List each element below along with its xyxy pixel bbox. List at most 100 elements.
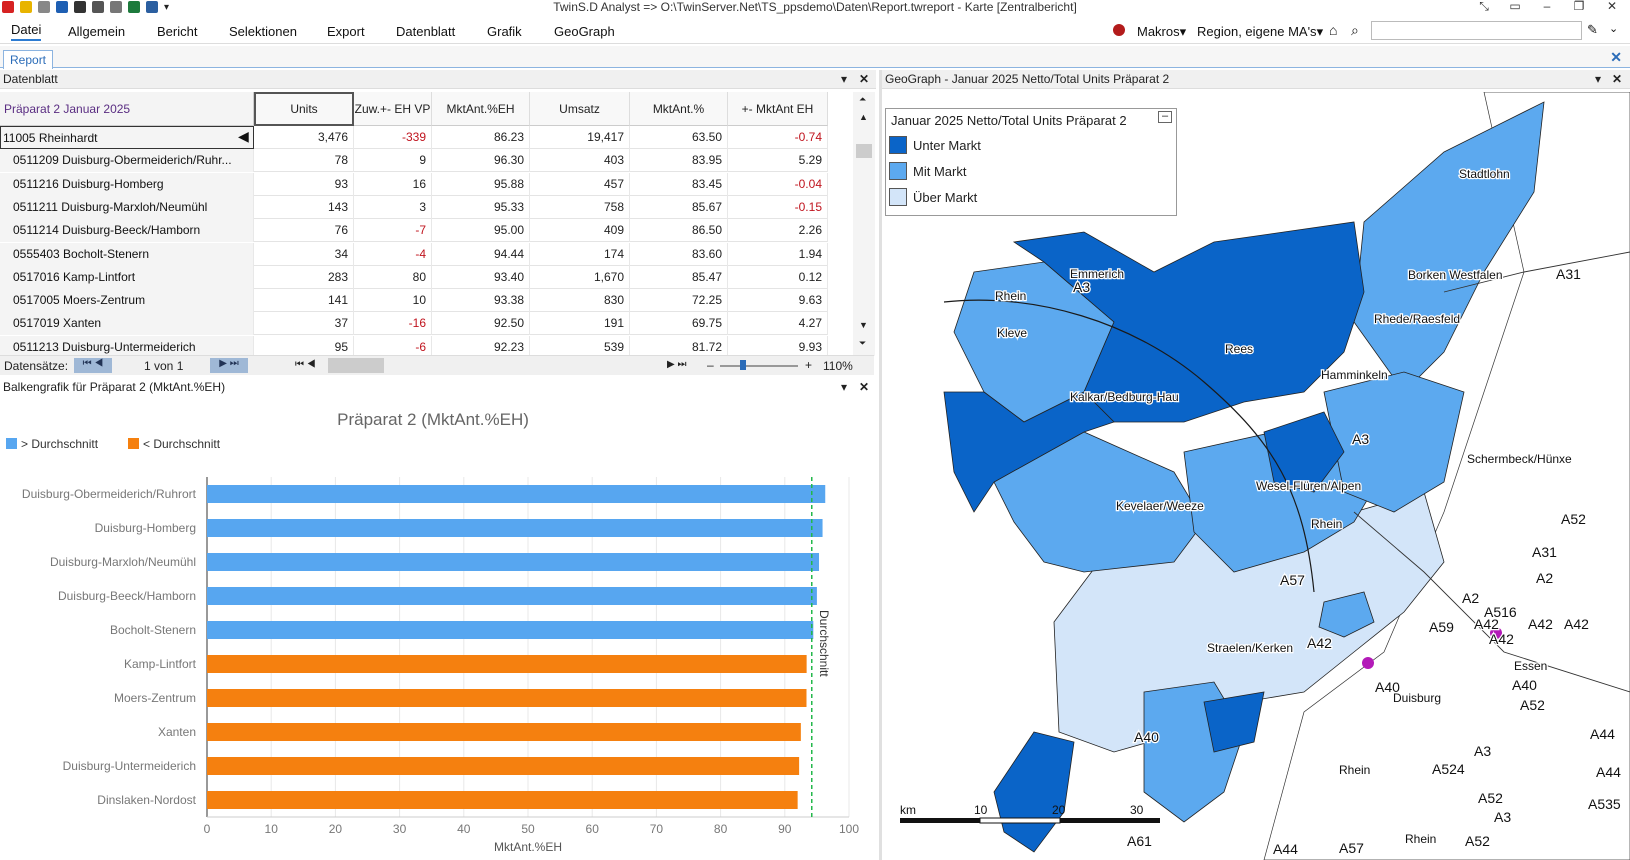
cell-units[interactable]: 76 <box>254 219 354 243</box>
cell-units[interactable]: 3,476 <box>254 126 354 149</box>
cell-mktant[interactable]: 81.72 <box>630 335 728 356</box>
cell-name[interactable]: 0511209 Duisburg-Obermeiderich/Ruhr... <box>0 149 254 173</box>
grid-scroll-thumb[interactable] <box>856 144 872 158</box>
region-dropdown[interactable]: Region, eigene MA's▾ <box>1197 24 1323 40</box>
grid-vertical-scrollbar[interactable]: ⏶ ▲ ▼ ⏷ <box>853 92 875 356</box>
cell-name[interactable]: 0511214 Duisburg-Beeck/Hamborn <box>0 219 254 243</box>
cell-diff-mktant[interactable]: 9.93 <box>728 335 828 356</box>
cell-units[interactable]: 78 <box>254 149 354 173</box>
cell-umsatz[interactable]: 174 <box>530 242 630 266</box>
cell-diff-mktant[interactable]: 2.26 <box>728 219 828 243</box>
cell-units[interactable]: 95 <box>254 335 354 356</box>
cell-units[interactable]: 141 <box>254 289 354 313</box>
table-row[interactable]: 0517005 Moers-Zentrum 141 10 93.38 830 72.25 9… <box>0 289 828 313</box>
cell-zuw[interactable]: -6 <box>354 335 432 356</box>
col-header-diff-mktant[interactable]: +- MktAnt EH <box>728 92 828 126</box>
table-row[interactable]: 0517019 Xanten 37 -16 92.50 191 69.75 4.27 <box>0 312 828 336</box>
cell-mktant-eh[interactable]: 95.00 <box>432 219 530 243</box>
tab-report[interactable]: Report <box>3 50 54 69</box>
cell-zuw[interactable]: -339 <box>354 126 432 149</box>
cell-zuw[interactable]: -4 <box>354 242 432 266</box>
fullscreen-icon[interactable]: ⤡ <box>1474 0 1494 14</box>
grid-horizontal-scroll-thumb[interactable] <box>328 358 384 373</box>
col-header-mktant-eh[interactable]: MktAnt.%EH <box>432 92 530 126</box>
panel-splitter[interactable] <box>879 70 882 860</box>
cell-zuw[interactable]: -7 <box>354 219 432 243</box>
legend-collapse-icon[interactable]: – <box>1158 111 1172 123</box>
restore-button[interactable]: ❐ <box>1569 0 1589 14</box>
zoom-out-button[interactable]: – <box>707 358 714 372</box>
cell-umsatz[interactable]: 19,417 <box>530 126 630 149</box>
col-header-umsatz[interactable]: Umsatz <box>530 92 630 126</box>
menu-datenblatt[interactable]: Datenblatt <box>396 24 455 39</box>
table-row[interactable]: 0517016 Kamp-Lintfort 283 80 93.40 1,670 85.4… <box>0 265 828 289</box>
macro-record-icon[interactable] <box>1113 24 1125 36</box>
cell-zuw[interactable]: 10 <box>354 289 432 313</box>
cell-units[interactable]: 93 <box>254 172 354 196</box>
cell-umsatz[interactable]: 1,670 <box>530 265 630 289</box>
cell-mktant[interactable]: 86.50 <box>630 219 728 243</box>
cell-name[interactable]: 0517005 Moers-Zentrum <box>0 289 254 313</box>
cell-mktant-eh[interactable]: 92.50 <box>432 312 530 336</box>
region-settings-icon[interactable]: ⌂ <box>1329 22 1337 38</box>
cell-diff-mktant[interactable]: 9.63 <box>728 289 828 313</box>
zoom-slider[interactable] <box>720 365 798 367</box>
cell-mktant-eh[interactable]: 95.33 <box>432 195 530 219</box>
cell-units[interactable]: 37 <box>254 312 354 336</box>
cell-units[interactable]: 34 <box>254 242 354 266</box>
cell-diff-mktant[interactable]: -0.15 <box>728 195 828 219</box>
cell-diff-mktant[interactable]: 0.12 <box>728 265 828 289</box>
table-row[interactable]: 11005 Rheinhardt 3,476 -339 86.23 19,417 63.5… <box>0 126 828 149</box>
search-input[interactable] <box>1371 21 1582 40</box>
city-marker-duisburg[interactable] <box>1362 657 1374 669</box>
menu-datei[interactable]: Datei <box>11 22 42 41</box>
cell-zuw[interactable]: 3 <box>354 195 432 219</box>
cell-units[interactable]: 143 <box>254 195 354 219</box>
cell-zuw[interactable]: -16 <box>354 312 432 336</box>
panel-menu-icon[interactable]: ▾ <box>841 70 847 89</box>
cell-name[interactable]: 0517019 Xanten <box>0 312 254 336</box>
table-row[interactable]: 0511214 Duisburg-Beeck/Hamborn 76 -7 95.00 4… <box>0 219 828 243</box>
cell-zuw[interactable]: 9 <box>354 149 432 173</box>
cell-umsatz[interactable]: 830 <box>530 289 630 313</box>
cell-units[interactable]: 283 <box>254 265 354 289</box>
nav-first-prev-buttons[interactable]: ⏮ ◀ <box>74 358 112 373</box>
cell-umsatz[interactable]: 758 <box>530 195 630 219</box>
cell-name[interactable]: 0511213 Duisburg-Untermeiderich <box>0 335 254 356</box>
cell-mktant-eh[interactable]: 86.23 <box>432 126 530 149</box>
cell-mktant[interactable]: 83.60 <box>630 242 728 266</box>
cell-name[interactable]: 0511211 Duisburg-Marxloh/Neumühl <box>0 195 254 219</box>
col-header-units[interactable]: Units <box>254 92 354 126</box>
hscroll-left-icon[interactable]: ⏮ ◀ <box>295 359 316 370</box>
cell-umsatz[interactable]: 409 <box>530 219 630 243</box>
cell-diff-mktant[interactable]: 1.94 <box>728 242 828 266</box>
cell-zuw[interactable]: 80 <box>354 265 432 289</box>
map-panel-close-icon[interactable]: ✕ <box>1612 70 1622 89</box>
cell-zuw[interactable]: 16 <box>354 172 432 196</box>
table-row[interactable]: 0511216 Duisburg-Homberg 93 16 95.88 457 83.4… <box>0 172 828 196</box>
menu-selektionen[interactable]: Selektionen <box>229 24 297 39</box>
cell-mktant[interactable]: 85.47 <box>630 265 728 289</box>
search-icon[interactable]: ⌕ <box>1351 22 1359 39</box>
cell-umsatz[interactable]: 539 <box>530 335 630 356</box>
cell-mktant-eh[interactable]: 93.40 <box>432 265 530 289</box>
table-row[interactable]: 0555403 Bocholt-Stenern 34 -4 94.44 174 83.60… <box>0 242 828 266</box>
menu-geograph[interactable]: GeoGraph <box>554 24 615 39</box>
hscroll-right-icon[interactable]: ▶ ⏭ <box>667 359 686 370</box>
cell-mktant[interactable]: 72.25 <box>630 289 728 313</box>
minimize-button[interactable]: – <box>1537 0 1557 14</box>
cell-diff-mktant[interactable]: 4.27 <box>728 312 828 336</box>
menu-allgemein[interactable]: Allgemein <box>68 24 125 39</box>
map-panel-menu-icon[interactable]: ▾ <box>1595 70 1601 89</box>
cell-diff-mktant[interactable]: -0.74 <box>728 126 828 149</box>
cell-mktant-eh[interactable]: 92.23 <box>432 335 530 356</box>
table-row[interactable]: 0511213 Duisburg-Untermeiderich 95 -6 92.23… <box>0 335 828 356</box>
table-row[interactable]: 0511209 Duisburg-Obermeiderich/Ruhr... 78… <box>0 149 828 173</box>
menu-bericht[interactable]: Bericht <box>157 24 197 39</box>
cell-mktant-eh[interactable]: 93.38 <box>432 289 530 313</box>
cell-diff-mktant[interactable]: 5.29 <box>728 149 828 173</box>
cell-name[interactable]: 0511216 Duisburg-Homberg <box>0 172 254 196</box>
cell-mktant-eh[interactable]: 94.44 <box>432 242 530 266</box>
cell-mktant[interactable]: 83.45 <box>630 172 728 196</box>
ribbon-collapse-icon[interactable]: ⌄ <box>1609 22 1618 35</box>
